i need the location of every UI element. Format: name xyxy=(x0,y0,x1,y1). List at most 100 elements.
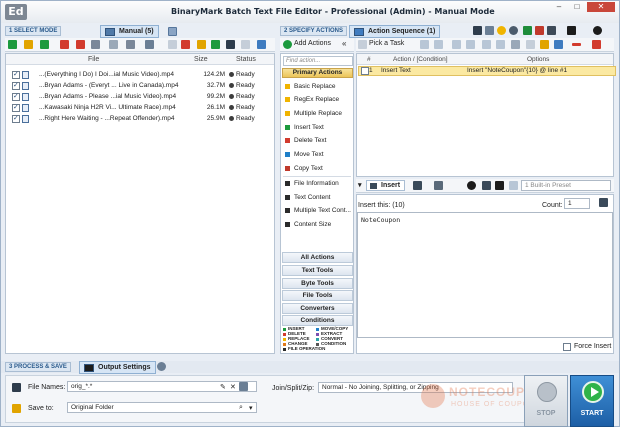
remove-action-icon[interactable] xyxy=(572,43,581,46)
panel-menu-icon[interactable]: ▾ xyxy=(358,181,362,189)
action-text-content[interactable]: Text Content xyxy=(285,192,331,203)
tab-output-settings[interactable]: Output Settings xyxy=(79,361,156,374)
open-sequence-icon[interactable] xyxy=(540,40,549,49)
primary-actions-header[interactable]: Primary Actions xyxy=(282,68,353,78)
save-preset-icon[interactable] xyxy=(495,181,504,190)
clear-icon[interactable]: ✕ xyxy=(230,383,236,391)
add-icon[interactable] xyxy=(567,26,576,35)
columns-icon[interactable] xyxy=(485,26,494,35)
action-basic-replace[interactable]: Basic Replace xyxy=(285,81,336,92)
action-content-size[interactable]: Content Size xyxy=(285,219,331,230)
clear-actions-icon[interactable] xyxy=(592,40,601,49)
count-input[interactable]: 1 xyxy=(564,198,590,209)
copy-list-icon[interactable] xyxy=(91,40,100,49)
console-icon[interactable] xyxy=(473,26,482,35)
stats-icon[interactable] xyxy=(535,26,544,35)
action-file-information[interactable]: File Information xyxy=(285,178,339,189)
preview-icon[interactable] xyxy=(257,40,266,49)
close-button[interactable]: ✕ xyxy=(587,2,615,12)
insert-text-area[interactable]: NoteCoupon xyxy=(357,212,613,338)
group-converters[interactable]: Converters xyxy=(282,303,353,314)
preset-select[interactable]: 1 Built-in Preset xyxy=(521,180,611,191)
column-file[interactable]: File xyxy=(88,56,99,63)
remove-files-icon[interactable] xyxy=(60,40,69,49)
chevron-down-icon[interactable]: ▾ xyxy=(249,404,253,412)
help-insert-icon[interactable] xyxy=(467,181,476,190)
sequence-options-icon[interactable] xyxy=(554,40,563,49)
grid-icon[interactable] xyxy=(599,198,608,207)
refresh-icon[interactable] xyxy=(211,40,220,49)
tab-action-sequence[interactable]: Action Sequence (1) xyxy=(349,25,441,38)
search-icon[interactable]: ⌕ xyxy=(239,404,243,412)
add-actions-button[interactable]: Add Actions xyxy=(294,40,331,47)
minus-icon[interactable] xyxy=(168,40,177,49)
macro-icon[interactable] xyxy=(239,382,248,391)
file-checkbox[interactable] xyxy=(12,70,20,80)
action-multiple-replace[interactable]: Multiple Replace xyxy=(285,108,342,119)
file-row[interactable]: ...Bryan Adams - (Everyt ... Live in Can… xyxy=(6,81,274,91)
column-status[interactable]: Status xyxy=(236,56,256,63)
file-checkbox[interactable] xyxy=(12,103,20,113)
action-regex-replace[interactable]: RegEx Replace xyxy=(285,94,339,105)
action-multiple-text-content[interactable]: Multiple Text Cont... xyxy=(285,205,351,216)
move-up-icon[interactable] xyxy=(420,40,429,49)
back-icon[interactable] xyxy=(452,40,461,49)
minimize-button[interactable]: – xyxy=(550,2,568,12)
file-row[interactable]: ...Right Here Waiting - ...Repeat Offend… xyxy=(6,114,274,124)
group-conditions[interactable]: Conditions xyxy=(282,315,353,326)
action-copy-text[interactable]: Copy Text xyxy=(285,163,323,174)
group-byte-tools[interactable]: Byte Tools xyxy=(282,278,353,289)
maximize-button[interactable]: □ xyxy=(568,2,586,12)
action-search-input[interactable]: Find action... xyxy=(283,56,353,66)
add-folder-icon[interactable] xyxy=(24,40,33,49)
sequence-row[interactable]: 1 Insert Text Insert "NoteCoupon"{10} @ … xyxy=(358,66,616,76)
start-button[interactable]: START xyxy=(570,375,614,427)
delete-preset-icon[interactable] xyxy=(509,181,518,190)
layout-tab-icon[interactable] xyxy=(413,181,422,190)
group-all-actions[interactable]: All Actions xyxy=(282,252,353,263)
settings-icon[interactable] xyxy=(509,26,518,35)
tips-icon[interactable] xyxy=(497,26,506,35)
file-names-input[interactable]: orig_*.* xyxy=(67,381,257,392)
save-list-icon[interactable] xyxy=(226,40,235,49)
open-list-icon[interactable] xyxy=(197,40,206,49)
file-row[interactable]: ...Kawasaki Ninja H2R Vi... Ultimate Rac… xyxy=(6,103,274,113)
help-icon[interactable] xyxy=(593,26,602,35)
upload-icon[interactable] xyxy=(523,26,532,35)
add-files-icon[interactable] xyxy=(8,40,17,49)
group-text-tools[interactable]: Text Tools xyxy=(282,265,353,276)
export-icon[interactable] xyxy=(241,40,250,49)
force-insert-checkbox[interactable] xyxy=(563,343,571,351)
copy-action-icon[interactable] xyxy=(511,40,520,49)
image-tab-icon[interactable] xyxy=(434,181,443,190)
group-file-tools[interactable]: File Tools xyxy=(282,290,353,301)
move-down-icon[interactable] xyxy=(434,40,443,49)
view-icon[interactable] xyxy=(109,40,118,49)
clear-list-icon[interactable] xyxy=(76,40,85,49)
file-row[interactable]: ...Bryan Adams - Please ...ial Music Vid… xyxy=(6,92,274,102)
column-size[interactable]: Size xyxy=(194,56,208,63)
action-delete-text[interactable]: Delete Text xyxy=(285,135,326,146)
stop-button[interactable]: STOP xyxy=(524,375,568,427)
action-checkbox[interactable] xyxy=(361,67,369,75)
tab-insert[interactable]: Insert xyxy=(366,180,406,191)
edit-icon[interactable]: ✎ xyxy=(220,383,226,391)
save-to-select[interactable]: Original Folder xyxy=(67,402,257,413)
file-checkbox[interactable] xyxy=(12,114,20,124)
action-move-text[interactable]: Move Text xyxy=(285,149,324,160)
folder-mode-icon[interactable] xyxy=(168,27,177,36)
lock-icon[interactable] xyxy=(547,26,556,35)
paste-action-icon[interactable] xyxy=(526,40,535,49)
pick-task-button[interactable]: Pick a Task xyxy=(369,40,404,47)
add-web-icon[interactable] xyxy=(40,40,49,49)
sort-icon[interactable] xyxy=(145,40,154,49)
filter-icon[interactable] xyxy=(126,40,135,49)
output-gear-icon[interactable] xyxy=(157,362,166,371)
undo-icon[interactable] xyxy=(482,181,491,190)
tab-manual[interactable]: Manual (5) xyxy=(100,25,159,38)
file-row[interactable]: ...(Everything I Do) I Doi...ial Music V… xyxy=(6,70,274,80)
list-icon[interactable] xyxy=(181,40,190,49)
file-checkbox[interactable] xyxy=(12,81,20,91)
file-checkbox[interactable] xyxy=(12,92,20,102)
action-insert-text[interactable]: Insert Text xyxy=(285,122,324,133)
